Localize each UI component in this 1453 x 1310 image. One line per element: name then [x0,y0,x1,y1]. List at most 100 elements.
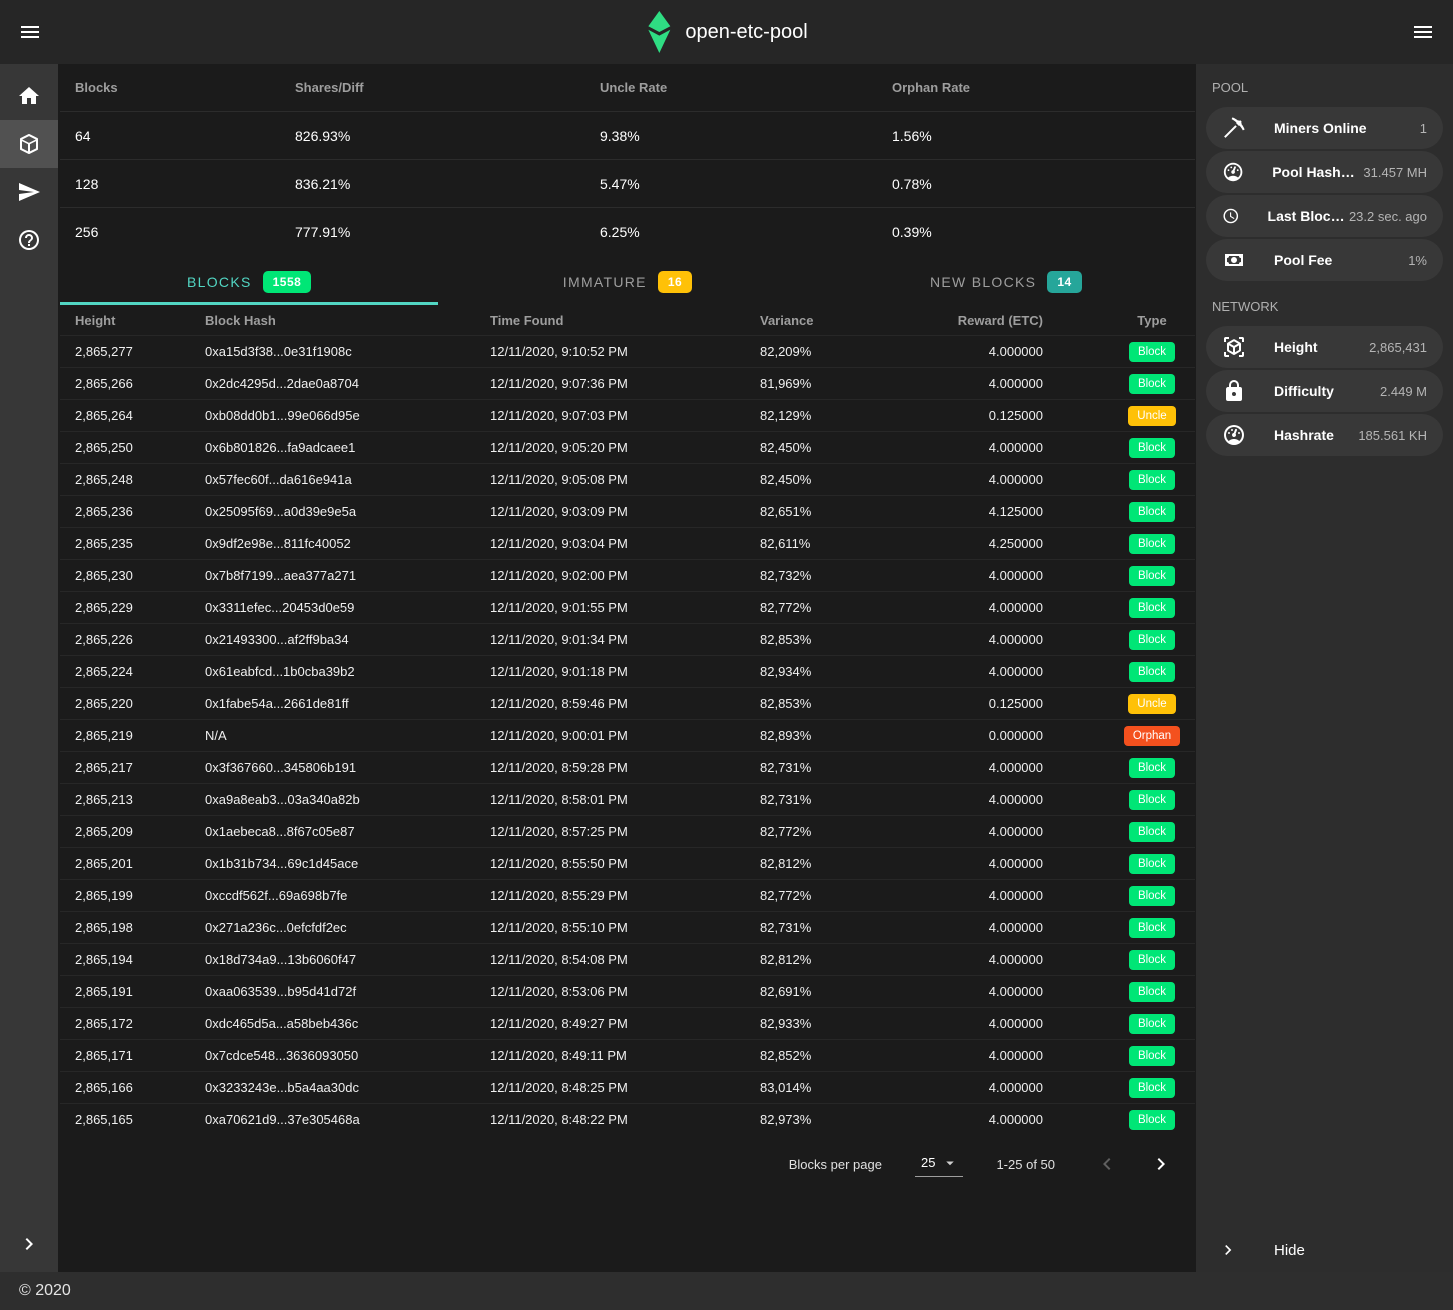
clock-icon [1222,204,1240,228]
cell-block-hash: 0x271a236c...0efcfdf2ec [205,920,490,935]
help-icon [17,228,41,252]
cell-block-hash: 0x2dc4295d...2dae0a8704 [205,376,490,391]
cell-variance: 82,651% [760,504,950,519]
cell-block-hash: 0x6b801826...fa9adcaee1 [205,440,490,455]
cell-reward: 4.000000 [950,568,1043,583]
cell-variance: 82,611% [760,536,950,551]
panel-item-difficulty: Difficulty 2.449 M [1206,370,1443,412]
table-row: 2,865,191 0xaa063539...b95d41d72f 12/11/… [60,975,1195,1007]
cell-height: 2,865,201 [75,856,205,871]
menu-right-icon[interactable] [1405,14,1441,50]
tab-label: BLOCKS [187,274,252,290]
cell-reward: 4.000000 [950,376,1043,391]
cell-height: 2,865,248 [75,472,205,487]
cell-block-hash: 0xa70621d9...37e305468a [205,1112,490,1127]
type-badge: Block [1129,374,1175,394]
nav-item-payments[interactable] [0,168,58,216]
nav-item-blocks[interactable] [0,120,58,168]
cell-block-hash: 0xccdf562f...69a698b7fe [205,888,490,903]
cell-block-hash: N/A [205,728,490,743]
cell-variance: 82,129% [760,408,950,423]
table-row: 2,865,250 0x6b801826...fa9adcaee1 12/11/… [60,431,1195,463]
type-badge: Block [1129,1046,1175,1066]
cell-variance: 82,772% [760,600,950,615]
type-badge: Block [1129,982,1175,1002]
cell-height: 2,865,166 [75,1080,205,1095]
cell-reward: 0.125000 [950,408,1043,423]
cell-variance: 82,450% [760,472,950,487]
cell-time-found: 12/11/2020, 8:58:01 PM [490,792,760,807]
cell-height: 2,865,250 [75,440,205,455]
previous-page-button[interactable] [1095,1152,1119,1176]
cell-height: 2,865,230 [75,568,205,583]
stats-header-cell: Shares/Diff [295,80,600,95]
cell-time-found: 12/11/2020, 8:59:28 PM [490,760,760,775]
top-app-bar: open-etc-pool [0,0,1453,64]
cell-reward: 4.000000 [950,1048,1043,1063]
next-page-button[interactable] [1149,1152,1173,1176]
table-row: 2,865,277 0xa15d3f38...0e31f1908c 12/11/… [60,335,1195,367]
cell-time-found: 12/11/2020, 8:55:50 PM [490,856,760,871]
type-badge: Block [1129,758,1175,778]
gauge-icon [1222,423,1246,447]
nav-rail [0,64,58,1272]
stats-row: 128836.21%5.47%0.78% [60,160,1195,208]
tab-new-blocks[interactable]: NEW BLOCKS 14 [817,258,1195,305]
type-badge: Block [1129,534,1175,554]
cell-block-hash: 0x1fabe54a...2661de81ff [205,696,490,711]
cell-block-hash: 0xaa063539...b95d41d72f [205,984,490,999]
cell-height: 2,865,264 [75,408,205,423]
cell-reward: 4.000000 [950,920,1043,935]
column-header: Height [75,313,205,328]
panel-item-label: Miners Online [1274,120,1367,136]
cell-block-hash: 0x7cdce548...3636093050 [205,1048,490,1063]
nav-item-help[interactable] [0,216,58,264]
cell-time-found: 12/11/2020, 9:07:03 PM [490,408,760,423]
blocks-table-body: 2,865,277 0xa15d3f38...0e31f1908c 12/11/… [60,335,1195,1135]
stats-row: 64826.93%9.38%1.56% [60,112,1195,160]
cell-variance: 82,731% [760,760,950,775]
cell-height: 2,865,219 [75,728,205,743]
table-row: 2,865,230 0x7b8f7199...aea377a271 12/11/… [60,559,1195,591]
table-row: 2,865,226 0x21493300...af2ff9ba34 12/11/… [60,623,1195,655]
cell-height: 2,865,226 [75,632,205,647]
cell-time-found: 12/11/2020, 8:55:10 PM [490,920,760,935]
type-badge: Block [1129,1014,1175,1034]
cell-block-hash: 0x61eabfcd...1b0cba39b2 [205,664,490,679]
panel-item-label: Pool Fee [1274,252,1332,268]
table-row: 2,865,229 0x3311efec...20453d0e59 12/11/… [60,591,1195,623]
tab-label: IMMATURE [563,274,647,290]
cell-reward: 0.125000 [950,696,1043,711]
cell-reward: 4.000000 [950,440,1043,455]
tab-immature[interactable]: IMMATURE 16 [438,258,816,305]
cell-reward: 4.250000 [950,536,1043,551]
hide-panel-button[interactable]: Hide [1196,1240,1453,1260]
cell-height: 2,865,220 [75,696,205,711]
panel-item-label: Height [1274,339,1318,355]
cell-variance: 82,209% [760,344,950,359]
type-badge: Block [1129,438,1175,458]
menu-icon[interactable] [12,14,48,50]
table-row: 2,865,266 0x2dc4295d...2dae0a8704 12/11/… [60,367,1195,399]
panel-item-miners-online: Miners Online 1 [1206,107,1443,149]
tab-label: NEW BLOCKS [930,274,1036,290]
type-badge: Orphan [1124,726,1180,746]
nav-item-home[interactable] [0,72,58,120]
cell-block-hash: 0x1aebeca8...8f67c05e87 [205,824,490,839]
cell-height: 2,865,277 [75,344,205,359]
tab-blocks[interactable]: BLOCKS 1558 [60,258,438,305]
cell-variance: 82,812% [760,952,950,967]
type-badge: Block [1129,630,1175,650]
table-row: 2,865,199 0xccdf562f...69a698b7fe 12/11/… [60,879,1195,911]
table-row: 2,865,198 0x271a236c...0efcfdf2ec 12/11/… [60,911,1195,943]
cell-height: 2,865,198 [75,920,205,935]
panel-item-label: Pool Hashrate [1272,164,1359,180]
cell-height: 2,865,235 [75,536,205,551]
copyright-label: © 2020 [19,1282,71,1300]
cell-time-found: 12/11/2020, 8:49:11 PM [490,1048,760,1063]
rows-per-page-label: Blocks per page [789,1157,882,1172]
rows-per-page-select[interactable]: 25 [915,1152,963,1177]
expand-drawer-button[interactable] [0,1232,58,1256]
stats-table-header: BlocksShares/DiffUncle RateOrphan Rate [60,64,1195,112]
table-row: 2,865,236 0x25095f69...a0d39e9e5a 12/11/… [60,495,1195,527]
